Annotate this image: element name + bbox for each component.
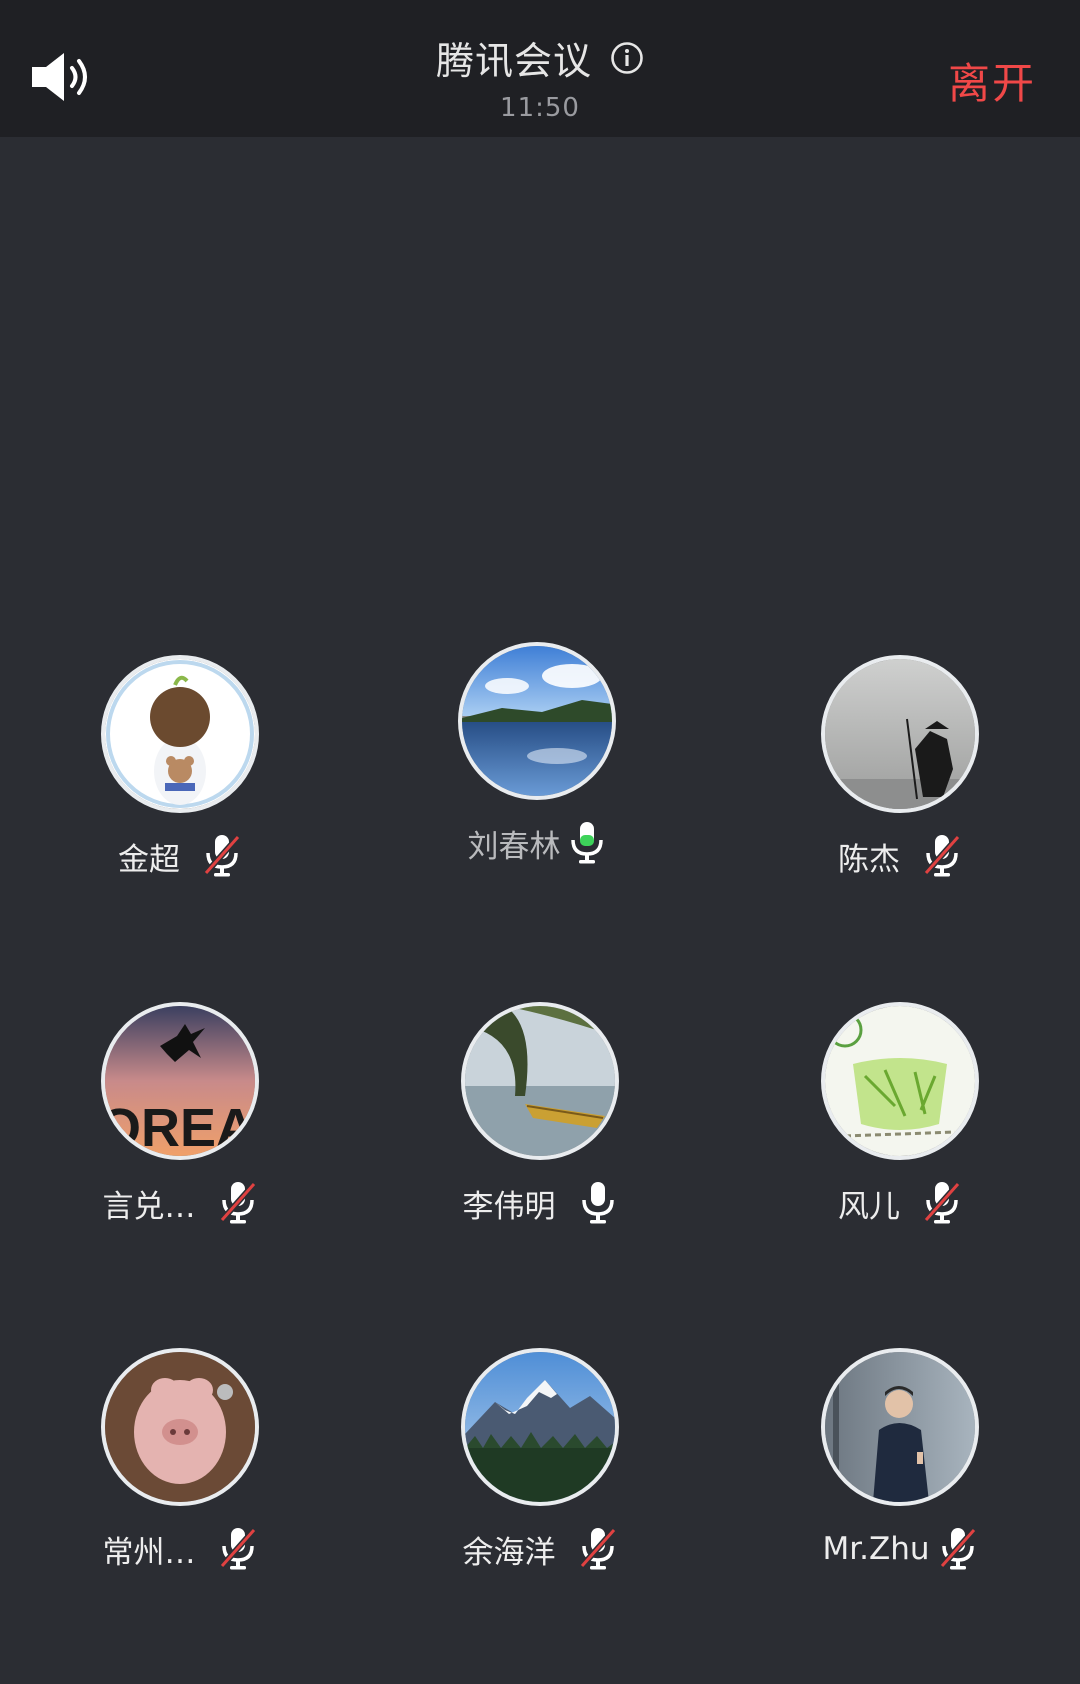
participant-name: Mr.Zhu: [822, 1531, 930, 1567]
participant-tile[interactable]: 余海洋: [410, 1348, 670, 1608]
meeting-title: 腾讯会议: [435, 39, 592, 83]
name-row: 陈杰: [770, 833, 1030, 879]
participant-tile[interactable]: 金超: [50, 655, 310, 915]
mic-speaking-icon: [570, 822, 603, 864]
avatar: [821, 1348, 979, 1506]
avatar: OREA: [101, 1002, 259, 1160]
avatar: [461, 1348, 619, 1506]
mic-on-icon: [581, 1182, 614, 1224]
participant-tile[interactable]: 李伟明: [410, 1002, 670, 1262]
participant-tile[interactable]: 风儿: [770, 1002, 1030, 1262]
name-row: 余海洋: [410, 1526, 670, 1572]
name-row: Mr.Zhu: [770, 1526, 1030, 1572]
name-row: 李伟明: [410, 1180, 670, 1226]
participant-tile[interactable]: 陈杰: [770, 655, 1030, 915]
avatar: [101, 655, 259, 813]
meeting-time: 11:50: [500, 93, 580, 123]
name-row: 言兑…: [50, 1180, 310, 1226]
participant-name: 金超: [118, 841, 180, 878]
participant-tile[interactable]: OREA 言兑…: [50, 1002, 310, 1262]
mic-muted-icon: [923, 1182, 961, 1224]
avatar: [461, 1002, 619, 1160]
participant-tile[interactable]: 刘春林: [407, 642, 667, 902]
avatar: [821, 655, 979, 813]
avatar: [101, 1348, 259, 1506]
info-icon[interactable]: [610, 41, 644, 75]
avatar: [458, 642, 616, 800]
participant-tile[interactable]: 常州…: [50, 1348, 310, 1608]
mic-muted-icon: [219, 1182, 256, 1224]
mic-muted-icon: [579, 1528, 616, 1570]
participant-name: 李伟明: [462, 1188, 556, 1225]
name-row: 风儿: [770, 1180, 1030, 1226]
name-row: 常州…: [50, 1526, 310, 1572]
leave-button[interactable]: 离开: [948, 50, 1036, 111]
mic-muted-icon: [923, 835, 961, 877]
participant-tile[interactable]: Mr.Zhu: [770, 1348, 1030, 1608]
participant-name: 常州…: [102, 1534, 196, 1571]
participant-name: 风儿: [838, 1188, 900, 1225]
participant-name: 陈杰: [838, 841, 900, 878]
participant-name: 言兑…: [102, 1188, 196, 1225]
mic-muted-icon: [203, 835, 241, 877]
participant-name: 余海洋: [462, 1534, 556, 1571]
participant-name: 刘春林: [467, 828, 561, 865]
name-row: 金超: [50, 833, 310, 879]
svg-text:OREA: OREA: [105, 1098, 255, 1156]
title-area: 腾讯会议 11:50: [0, 30, 1080, 123]
name-row: 刘春林: [407, 820, 667, 866]
mic-muted-icon: [219, 1528, 256, 1570]
mic-muted-icon: [939, 1528, 976, 1570]
avatar: [821, 1002, 979, 1160]
meeting-screen: 腾讯会议 11:50 离开 金超 刘春林 陈杰 OREA 言兑… 李伟明 风儿 …: [0, 0, 1080, 1684]
top-bar: 腾讯会议 11:50 离开: [0, 0, 1080, 137]
